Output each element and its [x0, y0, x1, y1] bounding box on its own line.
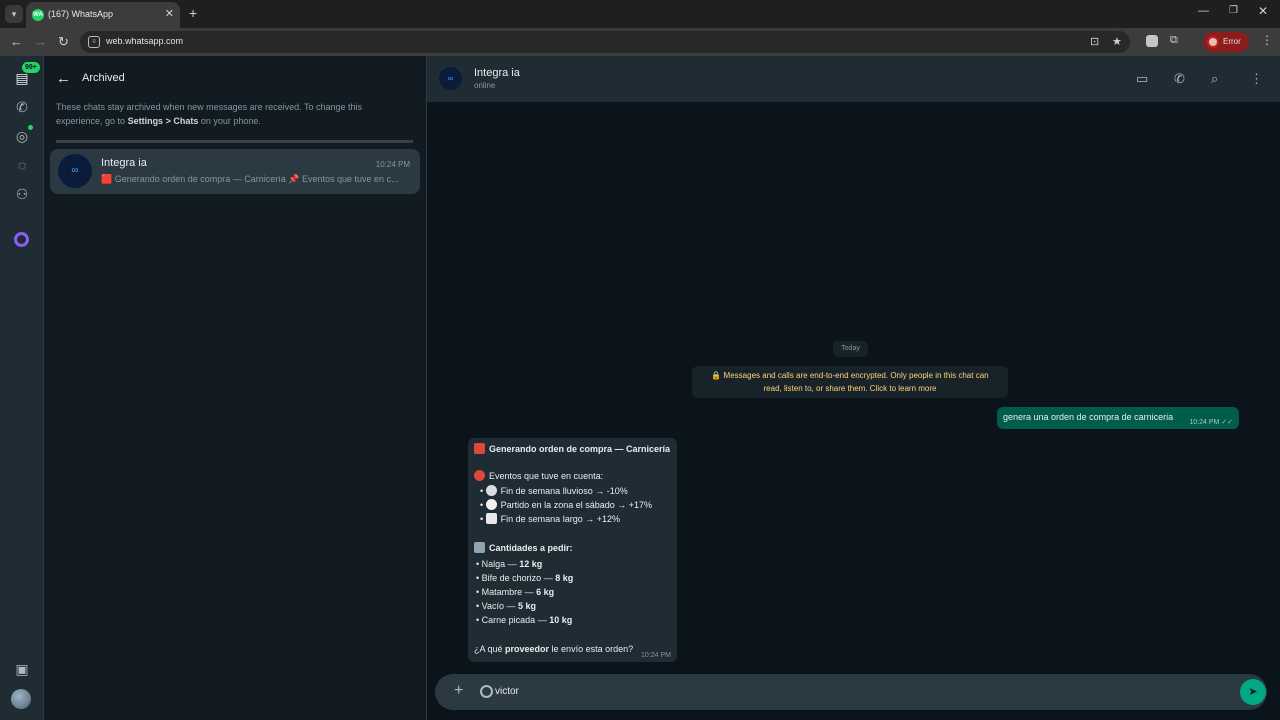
video-call-icon[interactable]: ▭: [1136, 71, 1148, 87]
soccer-ball-icon: [485, 499, 497, 510]
new-tab-plus-icon[interactable]: +: [189, 5, 197, 21]
conversation-header[interactable]: ∞ Integra ia online ▭ ✆ ⌕ ⋮: [427, 56, 1280, 102]
extension-icon[interactable]: [1146, 35, 1158, 47]
events-header-line: Eventos que tuve en cuenta:: [474, 470, 603, 481]
chat-list-item[interactable]: ∞ Integra ia 10:24 PM 🟥 Generando orden …: [50, 149, 420, 194]
compose-bar: + ➤: [427, 674, 1280, 720]
profile-avatar-icon: [1207, 36, 1219, 48]
browser-menu-icon[interactable]: ⋮: [1261, 33, 1273, 47]
media-gallery-icon[interactable]: ▣: [12, 659, 32, 679]
message-time: 10:24 PM: [641, 652, 671, 659]
encryption-notice[interactable]: 🔒 Messages and calls are end-to-end encr…: [692, 366, 1008, 398]
quantities-header-line: Cantidades a pedir:: [474, 542, 573, 553]
message-time: 10:24 PM ✓✓: [1189, 419, 1233, 426]
communities-icon[interactable]: ⚇: [12, 184, 32, 204]
chat-time: 10:24 PM: [375, 160, 410, 169]
chat-avatar: ∞: [58, 154, 92, 188]
divider: [56, 140, 413, 143]
tab-close-icon[interactable]: ✕: [165, 7, 174, 20]
back-arrow-icon[interactable]: ←: [10, 34, 23, 49]
outgoing-message[interactable]: genera una orden de compra de carniceria…: [997, 407, 1239, 429]
phone-icon[interactable]: ✆: [1174, 71, 1185, 87]
pushpin-icon: [474, 470, 485, 481]
forward-arrow-icon[interactable]: →: [34, 34, 47, 49]
encryption-line-1: 🔒 Messages and calls are end-to-end encr…: [711, 371, 989, 380]
whatsapp-favicon-icon: WA: [32, 9, 44, 21]
error-label: Error: [1223, 37, 1241, 46]
meta-ai-icon[interactable]: [14, 232, 29, 247]
encryption-line-2: read, listen to, or share them. Click to…: [763, 384, 937, 393]
window-close-icon[interactable]: ✕: [1258, 4, 1268, 18]
quantity-item: • Bife de chorizo — 8 kg: [476, 573, 574, 583]
search-icon[interactable]: ⌕: [1211, 71, 1218, 87]
calendar-icon: [485, 513, 497, 524]
quantity-item: • Carne picada — 10 kg: [476, 615, 573, 625]
profile-avatar[interactable]: [11, 689, 31, 709]
contact-avatar[interactable]: ∞: [439, 67, 462, 90]
archived-panel: ← Archived These chats stay archived whe…: [44, 56, 427, 720]
tab-title: (167) WhatsApp: [48, 9, 114, 19]
nav-rail: ▤ ✆ ◎ ◌ ⚇ ▣: [0, 56, 44, 720]
url-text[interactable]: web.whatsapp.com: [106, 36, 183, 46]
extensions-puzzle-icon[interactable]: ⧉: [1170, 34, 1178, 47]
panel-title: Archived: [82, 72, 125, 84]
chats-unread-badge: 99+: [22, 62, 40, 73]
chat-preview: 🟥 Generando orden de compra — Carnicería…: [101, 174, 399, 184]
channels-icon[interactable]: ◌: [12, 155, 32, 175]
send-icon[interactable]: ➤: [1240, 679, 1266, 705]
status-unread-dot: [28, 125, 33, 130]
back-arrow-icon[interactable]: ←: [56, 70, 71, 87]
quantity-item: • Nalga — 12 kg: [476, 559, 543, 569]
site-info-icon[interactable]: ≡: [88, 36, 100, 48]
chat-name: Integra ia: [101, 157, 147, 169]
quantity-item: • Matambre — 6 kg: [476, 587, 555, 597]
quantity-item: • Vacío — 5 kg: [476, 601, 537, 611]
emoji-sticker-icon[interactable]: [480, 685, 493, 698]
event-item: • Fin de semana lluvioso → -10%: [480, 485, 628, 496]
conversation-panel: ∞ Integra ia online ▭ ✆ ⌕ ⋮ Today 🔒 Mess…: [427, 56, 1280, 720]
calls-phone-icon[interactable]: ✆: [12, 97, 32, 117]
attach-plus-icon[interactable]: +: [454, 682, 463, 700]
reload-icon[interactable]: ↻: [58, 34, 69, 50]
contact-status: online: [474, 81, 496, 90]
question-line: ¿A qué proveedor le envío esta orden?: [474, 644, 634, 654]
archived-info-text: These chats stay archived when new messa…: [56, 102, 362, 126]
red-square-icon: [474, 443, 485, 454]
tab-search-chevron-down-icon[interactable]: ▾: [5, 5, 23, 23]
message-title-line: Generando orden de compra — Carnicería: [474, 443, 670, 454]
browser-toolbar: ← → ↻ ≡ web.whatsapp.com ⊡ ★ ⧉ Error ⋮: [0, 28, 1280, 56]
day-separator: Today: [833, 341, 868, 357]
shopping-cart-icon: [474, 542, 485, 553]
message-input[interactable]: [495, 686, 1195, 697]
install-app-icon[interactable]: ⊡: [1090, 35, 1099, 48]
event-item: • Partido en la zona el sábado → +17%: [480, 499, 653, 510]
browser-tab-whatsapp[interactable]: WA (167) WhatsApp ✕: [26, 2, 180, 28]
bookmark-star-icon[interactable]: ★: [1112, 35, 1122, 48]
browser-tab-bar: ▾ WA (167) WhatsApp ✕ + — ❐ ✕: [0, 0, 1280, 28]
message-text: genera una orden de compra de carniceria: [1003, 412, 1174, 422]
address-bar[interactable]: ≡ web.whatsapp.com ⊡ ★: [80, 31, 1130, 53]
compose-field-container[interactable]: +: [435, 674, 1267, 710]
more-vertical-icon[interactable]: ⋮: [1250, 71, 1263, 87]
rain-cloud-icon: [485, 485, 497, 496]
incoming-message[interactable]: Generando orden de compra — Carnicería E…: [468, 438, 677, 662]
event-item: • Fin de semana largo → +12%: [480, 513, 620, 524]
profile-error-button[interactable]: Error: [1203, 32, 1249, 52]
contact-name[interactable]: Integra ia: [474, 67, 520, 79]
window-restore-icon[interactable]: ❐: [1229, 5, 1238, 16]
window-minimize-icon[interactable]: —: [1198, 5, 1209, 17]
